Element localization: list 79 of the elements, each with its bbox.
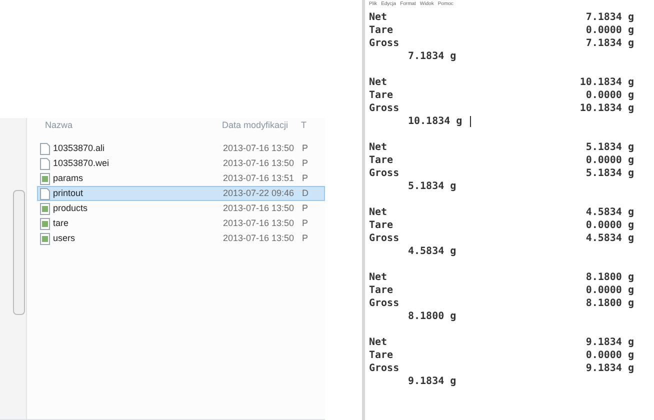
file-name: params <box>53 172 84 185</box>
file-type: P <box>301 156 308 170</box>
weight-value: 9.1834 g <box>586 362 634 375</box>
file-row[interactable]: params 2013-07-16 13:51 P <box>37 171 325 186</box>
file-row[interactable]: 10353870.wei 2013-07-16 13:50 P <box>37 156 325 171</box>
weight-value: 10.1834 g <box>580 76 634 89</box>
weight-value: 0.0000 g <box>586 219 634 232</box>
weight-label: Tare <box>369 24 394 37</box>
file-date: 2013-07-16 13:50 <box>223 216 296 230</box>
weight-total: 10.1834 g <box>408 115 462 128</box>
weight-label: Net <box>369 336 388 349</box>
file-row[interactable]: tare 2013-07-16 13:50 P <box>37 216 325 231</box>
weight-value: 7.1834 g <box>586 11 634 24</box>
text-cursor <box>470 116 472 127</box>
weight-total: 7.1834 g <box>408 50 456 63</box>
file-row[interactable]: users 2013-07-16 13:50 P <box>37 231 325 246</box>
file-row[interactable]: printout 2013-07-22 09:46 D <box>37 186 325 201</box>
file-date: 2013-07-16 13:50 <box>223 142 296 155</box>
text-file-icon <box>40 218 50 230</box>
file-name: 10353870.ali <box>53 142 105 155</box>
file-type: P <box>301 172 308 185</box>
weight-value: 0.0000 g <box>586 349 634 362</box>
weight-label: Net <box>369 141 388 154</box>
weight-total: 9.1834 g <box>408 375 456 388</box>
weight-value: 8.1800 g <box>586 271 634 284</box>
text-file-icon <box>40 202 50 214</box>
weight-label: Net <box>369 206 388 219</box>
weight-value: 0.0000 g <box>586 284 634 297</box>
weight-label: Tare <box>369 89 394 102</box>
weight-value: 7.1834 g <box>586 37 634 50</box>
file-name: products <box>53 202 88 215</box>
weight-value: 0.0000 g <box>586 24 634 37</box>
file-icon <box>40 142 50 154</box>
weight-label: Tare <box>369 219 394 232</box>
weight-label: Tare <box>369 349 394 362</box>
file-date: 2013-07-16 13:51 <box>223 172 296 185</box>
file-icon <box>40 158 50 170</box>
weight-value: 0.0000 g <box>586 89 634 102</box>
file-date: 2013-07-16 13:50 <box>223 202 296 215</box>
file-name: printout <box>53 186 84 200</box>
weight-label: Net <box>369 76 388 89</box>
weight-value: 4.5834 g <box>586 232 634 245</box>
weight-label: Net <box>369 11 388 24</box>
weight-label: Gross <box>369 362 400 375</box>
scrollbar-thumb[interactable] <box>13 190 25 315</box>
weight-value: 5.1834 g <box>586 141 634 154</box>
weight-label: Net <box>369 271 388 284</box>
weight-value: 10.1834 g <box>580 102 634 115</box>
file-name: 10353870.wei <box>53 156 110 170</box>
file-row[interactable]: products 2013-07-16 13:50 P <box>37 201 325 216</box>
weight-value: 8.1800 g <box>586 297 634 310</box>
weight-label: Tare <box>369 284 394 297</box>
weight-total: 5.1834 g <box>408 180 456 193</box>
file-type: D <box>301 186 308 200</box>
weight-label: Gross <box>369 37 400 50</box>
weight-value: 5.1834 g <box>586 167 634 180</box>
weight-label: Tare <box>369 154 394 167</box>
weight-value: 4.5834 g <box>586 206 634 219</box>
file-type: P <box>301 142 308 155</box>
file-date: 2013-07-16 13:50 <box>223 232 296 245</box>
file-type: P <box>301 232 308 245</box>
weight-label: Gross <box>369 297 400 310</box>
weight-label: Gross <box>369 167 400 180</box>
file-date: 2013-07-16 13:50 <box>223 156 296 170</box>
file-name: users <box>53 232 76 245</box>
weight-total: 8.1800 g <box>408 310 456 323</box>
file-type: P <box>301 202 308 215</box>
weight-label: Gross <box>369 232 400 245</box>
weight-label: Gross <box>369 102 400 115</box>
weight-value: 9.1834 g <box>586 336 634 349</box>
weight-value: 0.0000 g <box>586 154 634 167</box>
file-date: 2013-07-22 09:46 <box>223 186 296 200</box>
text-file-icon <box>40 232 50 244</box>
file-type: P <box>301 216 308 230</box>
file-icon <box>40 188 50 200</box>
text-file-icon <box>40 172 50 184</box>
file-row[interactable]: 10353870.ali 2013-07-16 13:50 P <box>37 141 325 156</box>
file-name: tare <box>53 216 69 230</box>
weight-total: 4.5834 g <box>408 245 456 258</box>
